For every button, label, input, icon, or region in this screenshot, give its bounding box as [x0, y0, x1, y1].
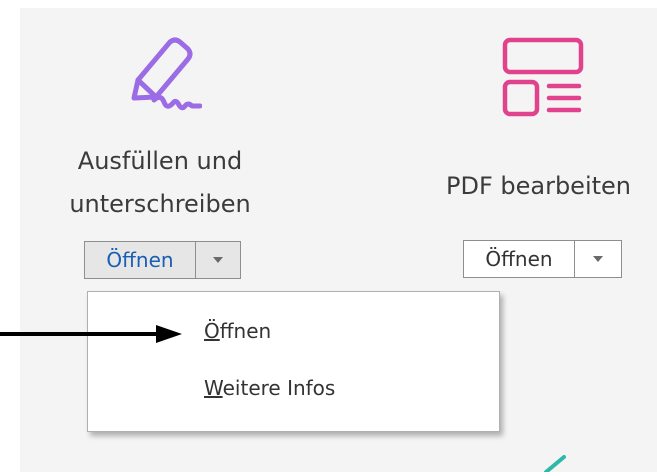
edit-pdf-layout-icon[interactable] — [500, 37, 584, 121]
edit-pdf-open-button[interactable]: Öffnen — [464, 241, 575, 277]
menu-item-open-label: ffnen — [219, 319, 272, 343]
edit-pdf-open-split-button[interactable]: Öffnen — [463, 240, 622, 278]
partial-tool-icon — [540, 455, 570, 476]
menu-item-more-info[interactable]: Weitere Infos — [204, 376, 335, 400]
menu-item-open-mnemonic: Ö — [204, 319, 220, 343]
fill-sign-open-split-button[interactable]: Öffnen — [84, 241, 241, 279]
fill-sign-open-button[interactable]: Öffnen — [85, 242, 196, 278]
menu-item-more-info-label: eitere Infos — [222, 376, 336, 400]
menu-item-open[interactable]: Öffnen — [204, 319, 271, 343]
chevron-down-icon — [213, 257, 223, 263]
edit-pdf-dropdown-toggle[interactable] — [575, 241, 621, 277]
menu-item-more-info-mnemonic: W — [204, 376, 223, 400]
arrow-right-icon — [0, 322, 185, 350]
chevron-down-icon — [593, 256, 603, 262]
fill-sign-label-line2: unterschreiben — [69, 190, 251, 218]
edit-pdf-label: PDF bearbeiten — [445, 172, 631, 200]
fill-sign-label-line1: Ausfüllen und — [77, 147, 243, 175]
fill-sign-dropdown-menu: Öffnen Weitere Infos — [87, 291, 500, 432]
fill-sign-dropdown-toggle[interactable] — [196, 242, 240, 278]
fill-sign-pen-icon[interactable] — [118, 36, 203, 120]
